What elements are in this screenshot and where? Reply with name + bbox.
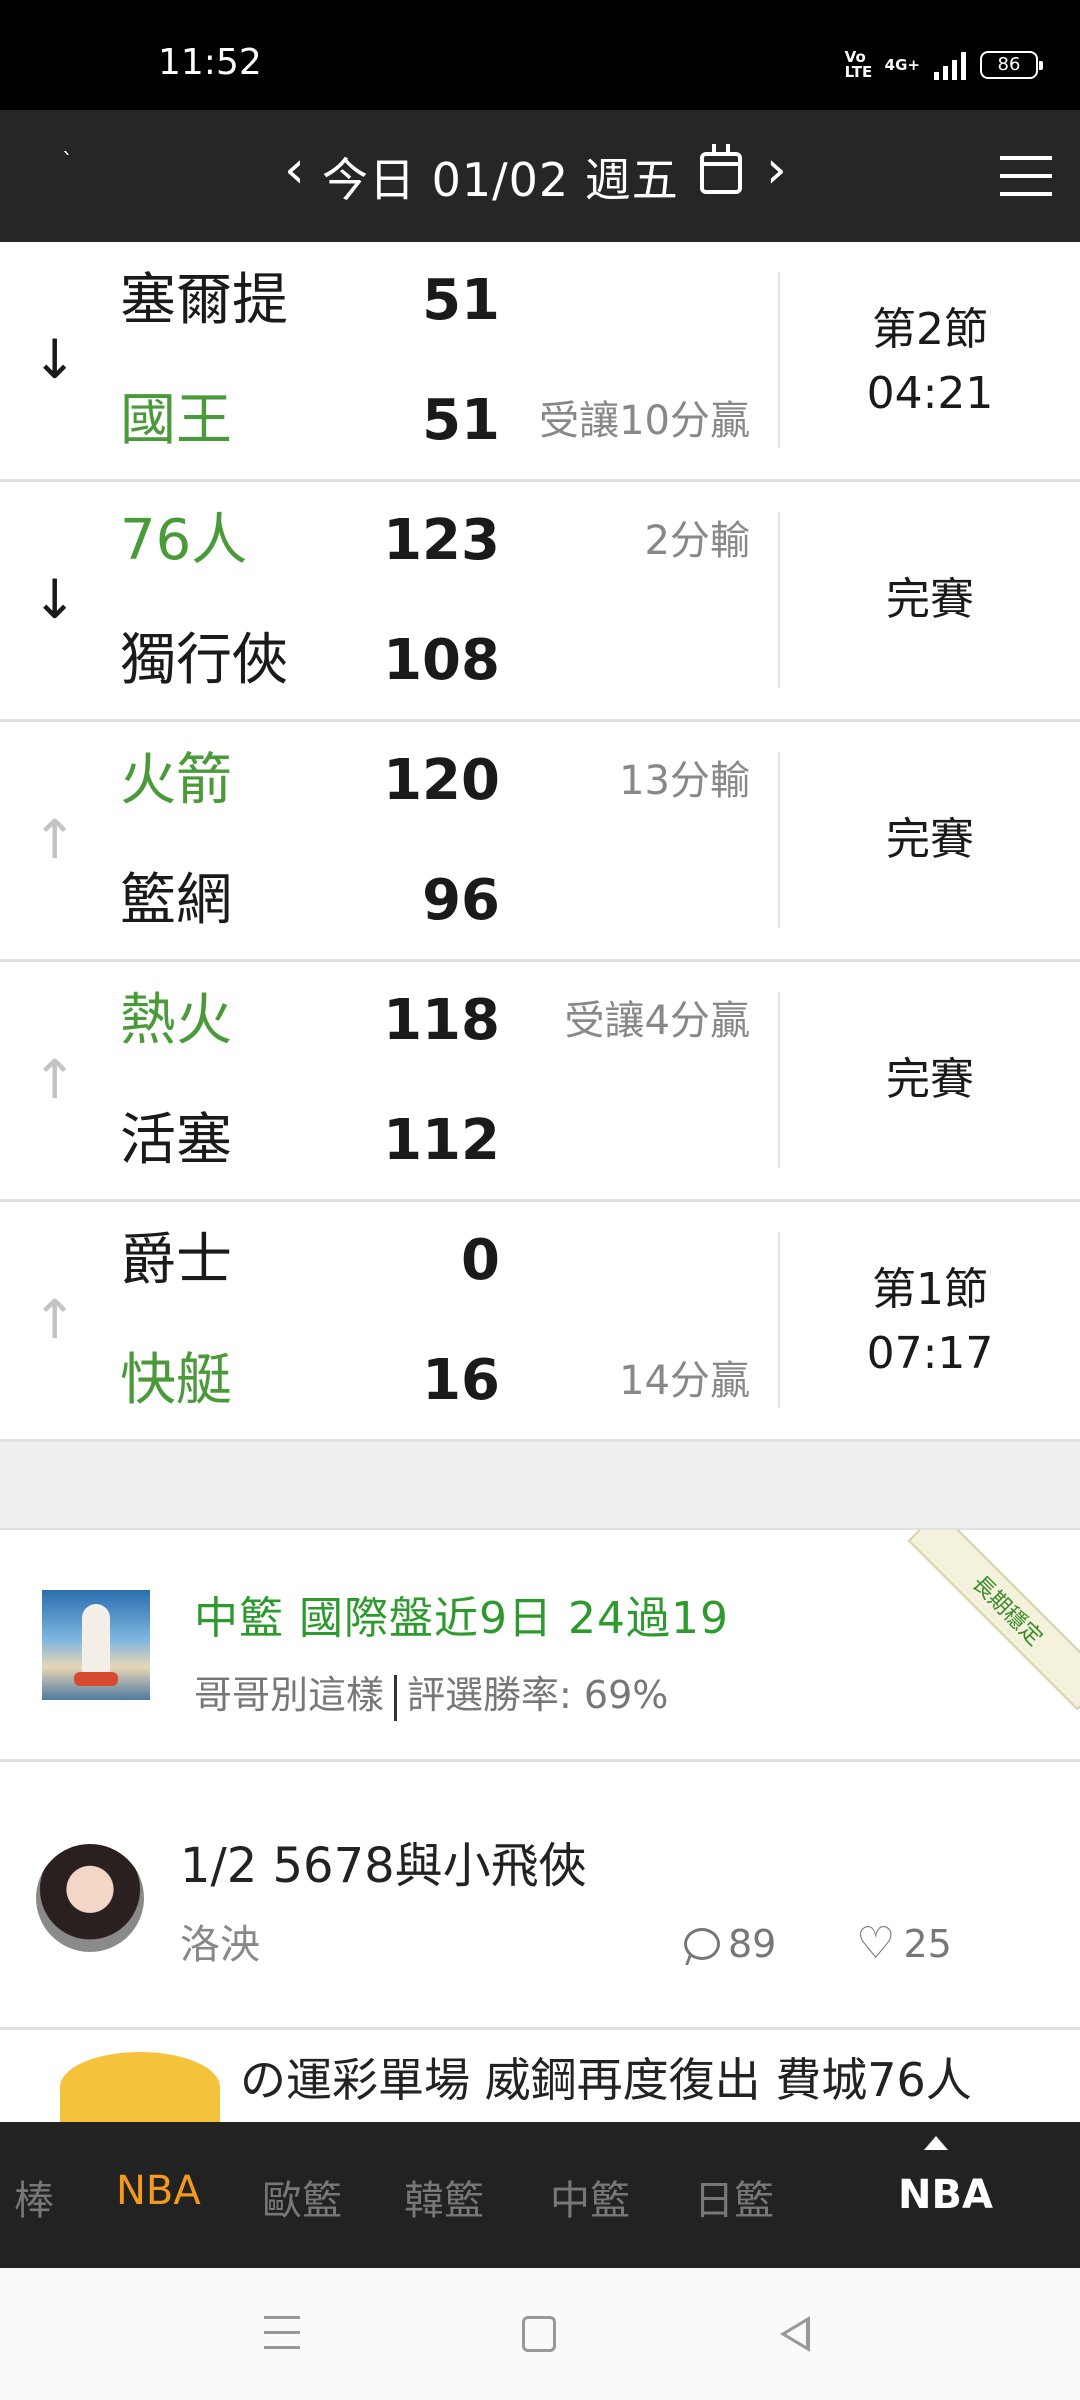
like-count-value: 25	[903, 1922, 952, 1966]
home-handicap-note: 受讓10分贏	[539, 398, 750, 444]
game-row[interactable]: ↑ 爵士 0 快艇 16 14分贏 第1節 07:17	[0, 1202, 1080, 1442]
away-team-name: 76人	[120, 508, 248, 573]
game-status: 第1節 07:17	[780, 1258, 1080, 1386]
home-team-score: 112	[383, 1108, 500, 1173]
comment-icon	[684, 1928, 720, 1960]
meta-separator	[394, 1674, 398, 1721]
date-header: ˋ ‹ 今日 01/02 週五 ›	[0, 110, 1080, 242]
battery-level: 86	[997, 54, 1021, 75]
away-handicap-note: 2分輸	[644, 518, 750, 564]
home-team-name: 活塞	[120, 1108, 232, 1173]
post-article-card[interactable]: 1/2 5678與小飛俠 洛泱 89 ♡ 25	[0, 1762, 1080, 2030]
away-team-score: 123	[383, 508, 500, 573]
comment-count-value: 89	[728, 1922, 777, 1966]
games-list: ↓ 塞爾提 51 國王 51 受讓10分贏 第2節 04:21 ↓ 76人 12…	[0, 242, 1080, 1442]
partial-article-card[interactable]: の運彩單場 威鋼再度復出 費城76人	[0, 2030, 1080, 2122]
article-title: の運彩單場 威鋼再度復出 費城76人	[240, 2053, 972, 2107]
home-handicap-note: 14分贏	[619, 1358, 750, 1404]
game-row[interactable]: ↓ 76人 123 2分輸 獨行俠 108 完賽	[0, 482, 1080, 722]
header-dot-icon: ˋ	[62, 150, 73, 175]
tab-japan-basketball[interactable]: 日籃	[694, 2168, 774, 2226]
game-row[interactable]: ↑ 熱火 118 受讓4分贏 活塞 112 完賽	[0, 962, 1080, 1202]
away-team-score: 120	[383, 748, 500, 813]
tab-baseball[interactable]: 棒	[14, 2168, 54, 2226]
game-status: 第2節 04:21	[780, 298, 1080, 426]
recent-apps-icon[interactable]	[264, 2316, 300, 2352]
away-team-name: 熱火	[120, 988, 232, 1053]
away-team-name: 塞爾提	[120, 268, 288, 333]
caret-up-icon[interactable]	[924, 2136, 948, 2150]
game-status: 完賽	[886, 574, 974, 625]
game-clock: 07:17	[866, 1328, 994, 1379]
game-status: 完賽	[886, 1054, 974, 1105]
away-team-score: 51	[422, 268, 500, 333]
article-thumbnail	[60, 2052, 220, 2122]
home-team-score: 108	[383, 628, 500, 693]
home-team-name: 籃網	[120, 868, 232, 933]
current-league-selector[interactable]: NBA	[898, 2172, 993, 2218]
avatar[interactable]	[36, 1844, 144, 1952]
section-spacer	[0, 1442, 1080, 1530]
game-clock: 04:21	[866, 368, 994, 419]
date-label[interactable]: 今日 01/02 週五	[322, 144, 679, 210]
thumbnail-lotus	[74, 1672, 118, 1686]
away-handicap-note: 13分輸	[619, 758, 750, 804]
article-win-rate: 評選勝率: 69%	[407, 1673, 669, 1717]
back-icon[interactable]	[780, 2316, 810, 2352]
article-author: 哥哥別這樣	[194, 1673, 385, 1717]
status-time: 11:52	[158, 42, 262, 83]
signal-icon	[934, 50, 966, 80]
volte-icon: Vo LTE	[844, 48, 873, 81]
article-thumbnail	[42, 1590, 150, 1700]
home-team-score: 96	[422, 868, 500, 933]
stable-ribbon-badge: 長期穩定	[907, 1530, 1080, 1711]
heart-icon: ♡	[856, 1918, 896, 1969]
home-team-score: 16	[422, 1348, 500, 1413]
game-period: 第2節	[872, 304, 988, 355]
chevron-right-icon[interactable]: ›	[766, 140, 787, 200]
home-team-name: 國王	[120, 388, 232, 453]
game-period: 第1節	[872, 1264, 988, 1315]
tab-china-basketball[interactable]: 中籃	[550, 2168, 630, 2226]
article-title: 1/2 5678與小飛俠	[180, 1838, 587, 1894]
status-bar: 11:52 Vo LTE 4G+ 86	[0, 0, 1080, 110]
game-row[interactable]: ↑ 火箭 120 13分輸 籃網 96 完賽	[0, 722, 1080, 962]
away-team-name: 火箭	[120, 748, 232, 813]
arrow-up-icon: ↑	[32, 1288, 78, 1351]
arrow-down-icon: ↓	[32, 328, 78, 391]
tab-euro-basketball[interactable]: 歐籃	[262, 2168, 342, 2226]
article-title: 中籃 國際盤近9日 24過19	[194, 1593, 729, 1644]
comment-count[interactable]: 89	[684, 1922, 776, 1966]
away-team-name: 爵士	[120, 1228, 232, 1293]
home-team-name: 快艇	[120, 1348, 232, 1413]
game-row[interactable]: ↓ 塞爾提 51 國王 51 受讓10分贏 第2節 04:21	[0, 242, 1080, 482]
away-handicap-note: 受讓4分贏	[564, 998, 750, 1044]
featured-article-card[interactable]: 中籃 國際盤近9日 24過19 哥哥別這樣 評選勝率: 69% 長期穩定	[0, 1530, 1080, 1762]
game-status: 完賽	[886, 814, 974, 865]
arrow-up-icon: ↑	[32, 1048, 78, 1111]
arrow-up-icon: ↑	[32, 808, 78, 871]
network-type: 4G+	[884, 56, 920, 74]
system-nav-bar	[0, 2268, 1080, 2400]
home-icon[interactable]	[522, 2316, 556, 2352]
status-icons: Vo LTE 4G+ 86	[844, 48, 1043, 81]
battery-icon: 86	[980, 51, 1043, 79]
thumbnail-figure	[82, 1604, 110, 1676]
home-team-score: 51	[422, 388, 500, 453]
like-count[interactable]: ♡ 25	[856, 1918, 952, 1969]
away-team-score: 0	[461, 1228, 500, 1293]
tab-nba[interactable]: NBA	[116, 2168, 201, 2214]
chevron-left-icon[interactable]: ‹	[284, 140, 305, 200]
tab-korea-basketball[interactable]: 韓籃	[404, 2168, 484, 2226]
category-tabbar: 棒 NBA 歐籃 韓籃 中籃 日籃 NBA	[0, 2122, 1080, 2268]
article-author: 洛泱	[180, 1922, 260, 1968]
hamburger-menu-icon[interactable]	[1000, 156, 1052, 196]
away-team-score: 118	[383, 988, 500, 1053]
home-team-name: 獨行俠	[120, 628, 288, 693]
arrow-down-icon: ↓	[32, 568, 78, 631]
article-meta: 哥哥別這樣 評選勝率: 69%	[194, 1664, 668, 1721]
calendar-icon[interactable]	[700, 144, 742, 194]
